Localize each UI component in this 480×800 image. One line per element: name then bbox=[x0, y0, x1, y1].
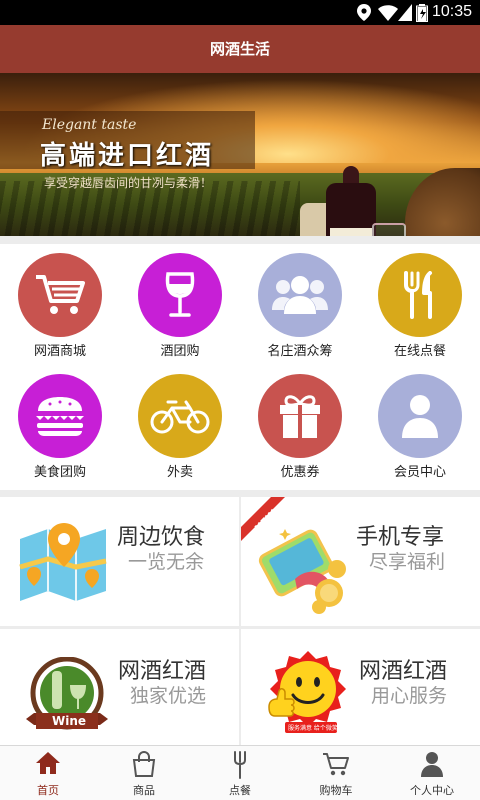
category-label: 外卖 bbox=[166, 465, 193, 480]
wine-glass-icon bbox=[138, 253, 222, 337]
battery-icon bbox=[416, 4, 428, 22]
people-group-icon bbox=[258, 253, 342, 337]
category-coupons[interactable]: 优惠券 bbox=[240, 365, 360, 485]
burger-icon bbox=[18, 374, 102, 458]
cart-icon bbox=[323, 753, 349, 776]
category-member-center[interactable]: 会员中心 bbox=[360, 365, 480, 485]
promo-subtitle: 独家优选 bbox=[130, 685, 207, 707]
fork-icon bbox=[234, 751, 246, 779]
status-time: 10:35 bbox=[431, 3, 472, 20]
category-label: 名庄酒众筹 bbox=[267, 344, 333, 359]
wine-label bbox=[330, 228, 372, 236]
home-icon bbox=[36, 752, 60, 774]
nav-label: 点餐 bbox=[229, 784, 251, 797]
category-food-group-buy[interactable]: 美食团购 bbox=[0, 365, 120, 485]
gift-icon bbox=[258, 374, 342, 458]
wifi-icon bbox=[378, 5, 398, 21]
category-label: 优惠券 bbox=[280, 465, 320, 480]
person-icon bbox=[421, 752, 443, 777]
banner-headline: 高端进口红酒 bbox=[40, 141, 215, 171]
category-grid: 网酒商城 酒团购 名庄酒众筹 在线点餐 美食团购 外卖 优惠券 会员中心 bbox=[0, 244, 480, 490]
nav-products[interactable]: 商品 bbox=[96, 746, 192, 800]
smiley-thumbs-icon: 服务满意 给个微笑 bbox=[268, 651, 346, 733]
map-pin-icon bbox=[19, 523, 107, 601]
promo-mobile-exclusive[interactable]: NEW 手机专享 尽享福利 bbox=[241, 497, 480, 626]
phone-coupon-icon bbox=[258, 529, 346, 614]
promo-nearby-food[interactable]: 周边饮食 一览无余 bbox=[0, 497, 239, 626]
category-label: 在线点餐 bbox=[393, 344, 446, 359]
member-user-icon bbox=[378, 374, 462, 458]
wine-badge-icon: Wine bbox=[26, 657, 108, 730]
category-crowdfunding[interactable]: 名庄酒众筹 bbox=[240, 244, 360, 364]
category-label: 会员中心 bbox=[393, 465, 446, 480]
wine-glass-image bbox=[372, 223, 406, 236]
category-label: 美食团购 bbox=[33, 465, 86, 480]
promo-subtitle: 一览无余 bbox=[128, 551, 205, 573]
status-bar: 10:35 bbox=[0, 0, 480, 25]
nav-home[interactable]: 首页 bbox=[0, 746, 96, 800]
nav-label: 首页 bbox=[37, 784, 59, 797]
promo-wine-selection[interactable]: Wine 网酒红酒 独家优选 bbox=[0, 629, 239, 745]
category-label: 网酒商城 bbox=[33, 344, 86, 359]
category-online-order[interactable]: 在线点餐 bbox=[360, 244, 480, 364]
nav-profile[interactable]: 个人中心 bbox=[384, 746, 480, 800]
category-wine-group-buy[interactable]: 酒团购 bbox=[120, 244, 240, 364]
banner-tagline: Elegant taste bbox=[42, 117, 137, 133]
nav-cart[interactable]: 购物车 bbox=[288, 746, 384, 800]
ribbon-text: 服务满意 给个微笑 bbox=[288, 724, 338, 732]
category-takeout[interactable]: 外卖 bbox=[120, 365, 240, 485]
wine-badge-text: Wine bbox=[52, 714, 86, 728]
shopping-bag-icon bbox=[132, 751, 156, 777]
bicycle-icon bbox=[138, 374, 222, 458]
location-icon bbox=[357, 4, 371, 21]
banner-subline: 享受穿越唇齿间的甘冽与柔滑！ bbox=[44, 176, 213, 190]
promo-subtitle: 用心服务 bbox=[371, 685, 448, 707]
category-label: 酒团购 bbox=[160, 344, 200, 359]
promo-wine-service[interactable]: 服务满意 给个微笑 网酒红酒 用心服务 bbox=[241, 629, 480, 745]
promo-banner[interactable]: Elegant taste 高端进口红酒 享受穿越唇齿间的甘冽与柔滑！ bbox=[0, 73, 480, 236]
nav-label: 购物车 bbox=[319, 784, 353, 797]
promo-subtitle: 尽享福利 bbox=[369, 551, 446, 573]
nav-label: 商品 bbox=[133, 784, 155, 797]
signal-icon bbox=[398, 4, 412, 21]
category-wine-mall[interactable]: 网酒商城 bbox=[0, 244, 120, 364]
shopping-cart-icon bbox=[18, 253, 102, 337]
page-title: 网酒生活 bbox=[0, 25, 480, 73]
nav-label: 个人中心 bbox=[410, 784, 454, 797]
fork-knife-icon bbox=[378, 253, 462, 337]
nav-order[interactable]: 点餐 bbox=[192, 746, 288, 800]
bottom-nav: 首页 商品 点餐 购物车 个人中心 bbox=[0, 745, 480, 800]
